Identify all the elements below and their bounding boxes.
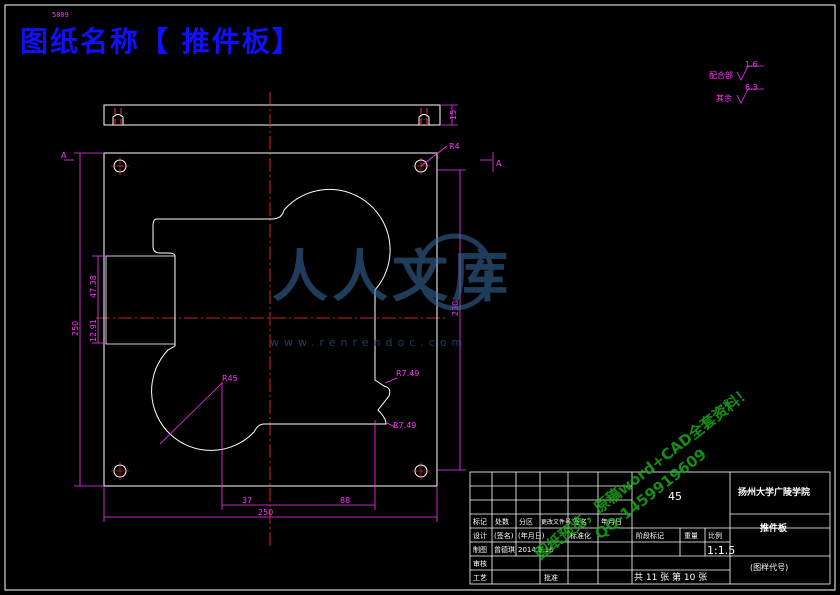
part-name: 推件板 [760,522,788,534]
left-pocket [105,255,176,345]
part-code: (图样代号) [750,562,788,572]
watermark: 人人文库 www.renrendoc.com [270,233,512,349]
draft-name: 曾德琪 [494,545,515,554]
watermark-cn: 人人文库 [272,245,512,310]
row-mark: 标记 [473,517,487,526]
corner-holes [113,159,428,478]
cad-drawing: 15 250 47.38 12.91 230 250 37 88 R45 R7.… [4,4,836,591]
row-count: 处数 [495,517,509,526]
dim-radius-upper: R7.49 [396,369,419,378]
weight-label: 重量 [684,532,698,540]
section-mark-right: A [496,159,502,168]
scale-value: 1:1.5 [707,544,735,557]
roughness-other-label: 其余 [716,93,732,103]
dim-radius-lower: R7.49 [393,421,416,430]
thickness-value: 15 [449,110,458,120]
material-value: 45 [668,490,682,503]
draft-label: 制图 [473,545,487,554]
sheet-count: 共 11 张 第 10 张 [634,571,707,583]
stage-label: 阶段标记 [636,531,664,540]
section-mark-left: A [61,151,67,160]
dim-radius-corner: R4 [449,142,460,151]
side-view [103,104,441,126]
design-label: 设计 [473,531,487,540]
dim-total-height: 250 [71,321,80,336]
craft-label: 工艺 [473,574,487,582]
approve-label: 批准 [544,573,558,582]
dimension-text: 250 47.38 12.91 230 250 37 88 R45 R7.49 … [61,142,502,517]
dim-left-lower: 12.91 [89,319,98,342]
dim-left-upper: 47.38 [89,275,98,298]
dim-total-width: 250 [258,508,273,517]
row-zone: 分区 [519,517,533,526]
school-name: 扬州大学广陵学院 [738,486,810,498]
design-sign: (签名) [494,531,514,540]
roughness-notes: 配合部 其余 1.6 6.3 [709,60,758,103]
dimension-lines [64,145,494,522]
scale-label: 比例 [708,531,722,540]
dim-radius-large: R45 [222,374,238,383]
dim-bottom-right: 88 [340,496,350,505]
watermark-url: www.renrendoc.com [270,336,467,349]
plate-outline [103,152,438,487]
hole-centerlines [111,157,430,480]
cavity-outline [151,188,391,451]
design-date: (年月日) [518,531,545,540]
dim-bottom-left: 37 [242,496,252,505]
roughness-mating-label: 配合部 [709,70,733,80]
check-label: 审核 [473,559,487,568]
